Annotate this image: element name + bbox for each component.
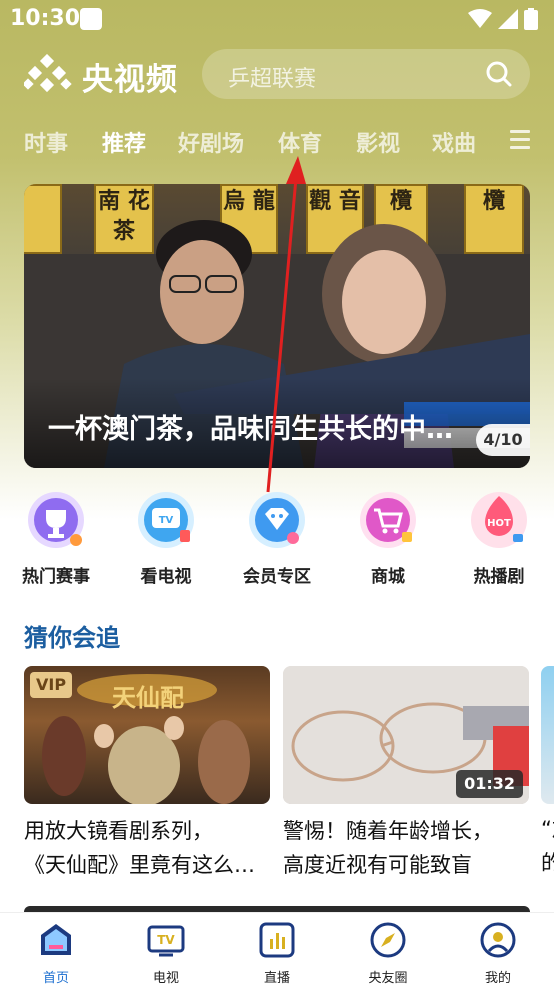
live-icon [259,922,295,958]
status-time: 10:30 [10,6,81,31]
status-indicators [468,8,538,30]
video-title-line: 警惕！随着年龄增长， [283,819,493,843]
search-placeholder: 乒超联赛 [228,67,317,92]
svg-text:HOT: HOT [487,518,511,529]
video-title-line: 用放大镜看剧系列， [24,819,213,843]
quick-entry-label: 商城 [371,567,405,587]
video-title-line: “加 [541,817,554,841]
quick-entry-label: 看电视 [140,567,192,587]
notification-icon [80,8,102,30]
tab-xiqu[interactable]: 戏曲 [432,126,476,158]
search-input[interactable]: 乒超联赛 [202,49,530,99]
video-title-peek: “加 的 [541,812,554,880]
quick-entry-label: 会员专区 [243,567,311,587]
quick-entry-label: 热门赛事 [22,567,90,587]
app-header: 央视频 乒超联赛 [0,44,554,104]
app-name: 央视频 [82,62,178,98]
profile-icon [480,922,516,958]
nav-label: 央友圈 [368,971,408,984]
signal-icon [498,9,518,29]
video-title-line: 的 [541,851,554,875]
video-title: 用放大镜看剧系列， 《天仙配》里竟有这么… [24,814,274,882]
quick-entry-hot-events[interactable]: 热门赛事 [1,490,111,587]
banner-carousel[interactable]: 南 花 茶 烏 龍 觀 音 欖 欖 一杯澳门茶，品味同生共长的中… 4/10 [24,184,530,468]
nav-home[interactable]: 首页 [16,921,96,984]
battery-icon [524,8,538,30]
video-thumbnail: VIP 天仙配 [24,666,270,804]
tv-icon: TV [138,492,194,548]
nav-tv[interactable]: TV 电视 [126,921,206,984]
nav-label: 我的 [484,971,511,984]
vip-badge: VIP [30,672,73,698]
channel-tabs: 时事 推荐 好剧场 体育 影视 戏曲 [0,118,554,164]
nav-live[interactable]: 直播 [237,921,317,984]
quick-entry-mall[interactable]: 商城 [333,490,443,587]
cctv-logo-icon [24,54,72,93]
quick-entry-watch-tv[interactable]: TV 看电视 [111,490,221,587]
thumbnail-title: 天仙配 [112,683,184,712]
hot-icon: HOT [471,492,527,548]
video-title: 警惕！随着年龄增长， 高度近视有可能致盲 [283,814,533,882]
quick-entries: 热门赛事 TV 看电视 会员专区 商城 HOT 热播剧 [0,490,554,590]
tab-tiyu[interactable]: 体育 [278,126,322,158]
quick-entry-vip-zone[interactable]: 会员专区 [222,490,332,587]
compass-icon [370,922,406,958]
nav-label: 电视 [152,971,179,984]
video-title-line: 《天仙配》里竟有这么… [24,853,255,877]
svg-text:TV: TV [159,515,174,526]
banner-title: 一杯澳门茶，品味同生共长的中… [48,414,453,445]
quick-entry-label: 热播剧 [473,567,525,587]
banner-page-indicator: 4/10 [476,424,530,456]
section-title: 猜你会追 [24,624,120,652]
shopping-cart-icon [360,492,416,548]
video-card[interactable]: 01:32 警惕！随着年龄增长， 高度近视有可能致盲 [283,666,529,882]
tab-shishi[interactable]: 时事 [24,126,68,158]
tab-menu-icon[interactable] [510,130,530,152]
quick-entry-hot-drama[interactable]: HOT 热播剧 [444,490,554,587]
wifi-icon [468,9,492,28]
svg-text:TV: TV [157,933,175,947]
tab-tuijian[interactable]: 推荐 [102,126,146,158]
nav-label: 首页 [42,971,69,984]
video-card[interactable]: VIP 天仙配 用放大镜看剧系列， 《天仙配》里竟有这么… [24,666,270,882]
home-icon [41,924,71,955]
status-bar: 10:30 [0,0,554,38]
nav-label: 直播 [263,971,290,984]
nav-profile[interactable]: 我的 [458,921,538,984]
video-title-line: 高度近视有可能致盲 [283,853,472,877]
video-duration: 01:32 [456,770,523,798]
tab-yingshi[interactable]: 影视 [356,126,400,158]
video-thumbnail: 01:32 [283,666,529,804]
search-icon[interactable] [486,61,512,87]
vip-diamond-icon [249,492,305,548]
nav-community[interactable]: 央友圈 [348,921,428,984]
tv-icon: TV [147,925,185,957]
trophy-icon [28,492,84,548]
bottom-nav: 首页 TV 电视 直播 央友圈 我的 [0,912,554,984]
tab-haojuchang[interactable]: 好剧场 [178,126,244,158]
video-card-peek[interactable] [541,666,554,804]
